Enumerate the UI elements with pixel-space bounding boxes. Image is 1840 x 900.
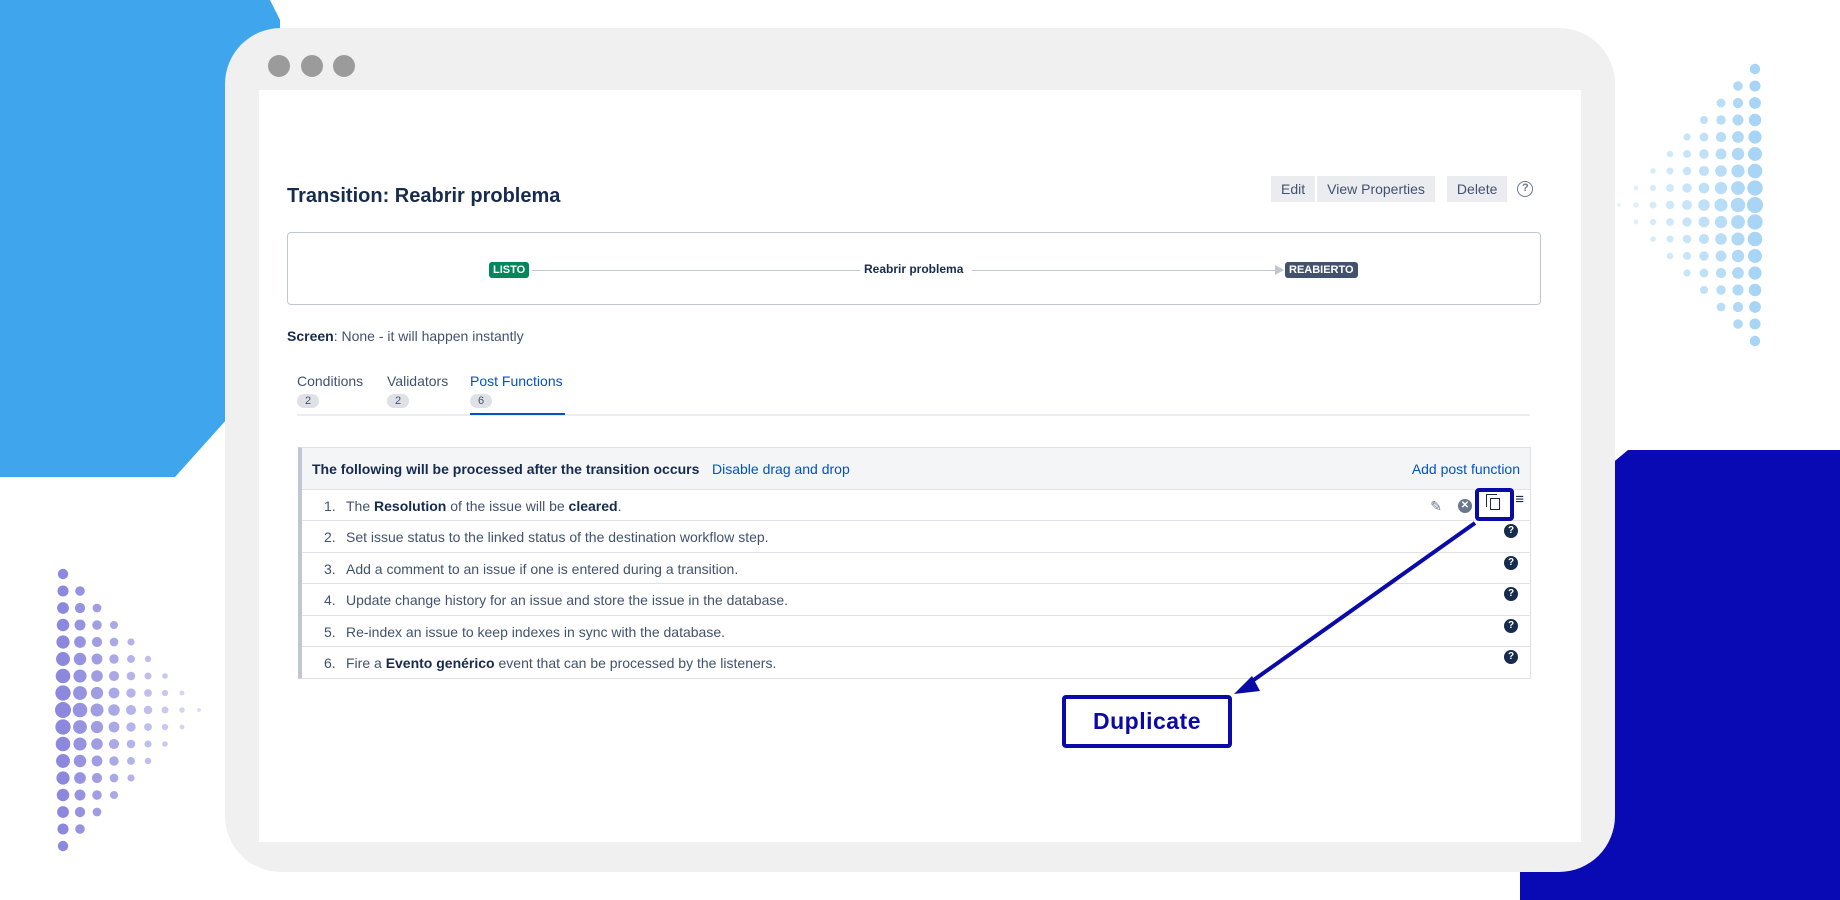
duplicate-callout: Duplicate: [1062, 695, 1232, 748]
annotation-arrow: [1234, 521, 1477, 694]
